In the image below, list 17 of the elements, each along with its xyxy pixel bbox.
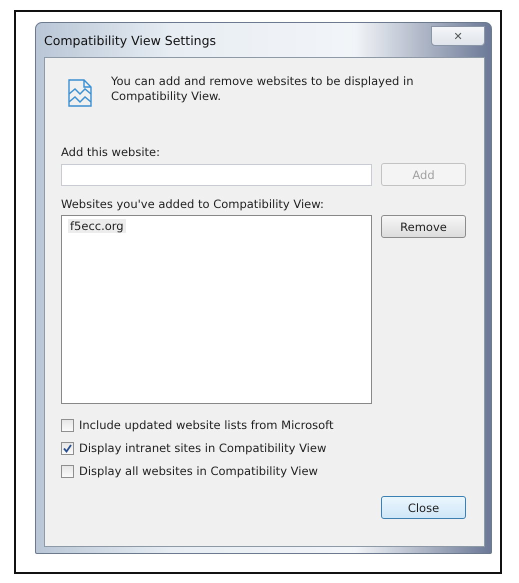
close-dialog-button[interactable]: Close: [381, 496, 466, 519]
remove-button[interactable]: Remove: [381, 215, 466, 238]
list-item[interactable]: f5ecc.org: [68, 219, 126, 233]
checkbox[interactable]: [61, 418, 74, 432]
document-icon: [67, 78, 93, 108]
checkbox[interactable]: [61, 464, 74, 478]
intro-text: You can add and remove websites to be displayed in Compatibility View.: [111, 74, 414, 104]
option-label: Display intranet sites in Compatibility View: [79, 441, 326, 455]
website-list[interactable]: f5ecc.org: [61, 215, 372, 404]
website-field[interactable]: [61, 164, 372, 186]
close-button[interactable]: ✕: [431, 26, 485, 46]
list-label: Websites you've added to Compatibility View:: [61, 197, 325, 211]
window-title: Compatibility View Settings: [44, 32, 216, 48]
field-label: Add this website:: [61, 145, 161, 159]
option-label: Include updated website lists from Microsoft: [79, 418, 334, 432]
checkbox[interactable]: [61, 442, 74, 454]
option-label: Display all websites in Compatibility View: [79, 464, 318, 478]
